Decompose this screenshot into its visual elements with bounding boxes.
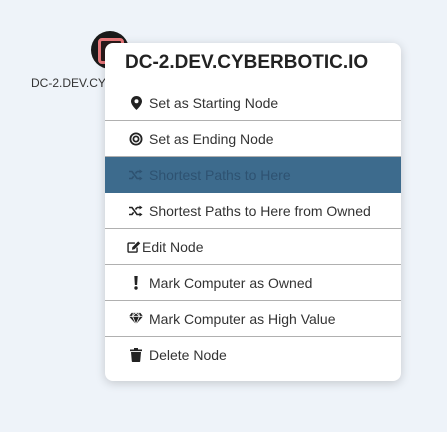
menu-item-label: Edit Node <box>142 238 204 255</box>
menu-item-mark-owned[interactable]: Mark Computer as Owned <box>105 265 401 301</box>
menu-item-edit-node[interactable]: Edit Node <box>105 229 401 265</box>
exclamation-icon <box>129 275 143 290</box>
menu-item-label: Set as Ending Node <box>149 130 274 147</box>
random-icon <box>129 204 143 218</box>
menu-item-delete-node[interactable]: Delete Node <box>105 337 401 373</box>
trash-icon <box>129 348 143 362</box>
menu-item-label: Mark Computer as Owned <box>149 274 313 291</box>
bullseye-icon <box>129 132 143 146</box>
gem-icon <box>129 312 143 326</box>
context-menu-title: DC-2.DEV.CYBERBOTIC.IO <box>125 52 369 73</box>
menu-item-set-starting-node[interactable]: Set as Starting Node <box>105 85 401 121</box>
map-marker-icon <box>129 95 143 110</box>
menu-item-label: Set as Starting Node <box>149 94 279 111</box>
menu-item-label: Shortest Paths to Here <box>149 166 291 183</box>
menu-item-shortest-paths-to-here[interactable]: Shortest Paths to Here <box>105 157 401 193</box>
menu-item-shortest-paths-from-owned[interactable]: Shortest Paths to Here from Owned <box>105 193 401 229</box>
node-context-menu: DC-2.DEV.CYBERBOTIC.IO Set as Starting N… <box>105 43 401 381</box>
menu-item-mark-high-value[interactable]: Mark Computer as High Value <box>105 301 401 337</box>
menu-item-label: Delete Node <box>149 347 227 363</box>
menu-item-set-ending-node[interactable]: Set as Ending Node <box>105 121 401 157</box>
random-icon <box>129 168 143 182</box>
menu-item-label: Mark Computer as High Value <box>149 310 336 327</box>
edit-icon <box>127 240 141 254</box>
menu-item-label: Shortest Paths to Here from Owned <box>149 202 371 219</box>
graph-canvas[interactable]: DC-2.DEV.CYBERBOTIC.IO DC-2.DEV.CYBERBOT… <box>0 0 447 432</box>
